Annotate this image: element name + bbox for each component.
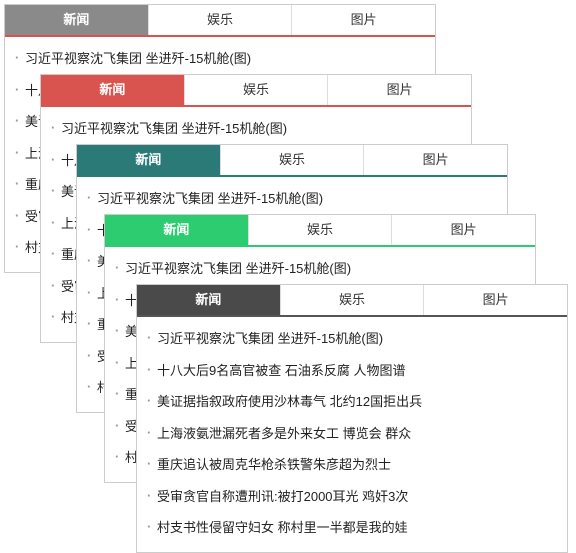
tab-bar: 新闻 娱乐 图片 (105, 215, 535, 247)
tab-entertainment[interactable]: 娱乐 (281, 285, 425, 315)
tab-bar: 新闻 娱乐 图片 (5, 5, 435, 37)
tab-news[interactable]: 新闻 (41, 75, 185, 105)
news-list: 习近平视察沈飞集团 坐进歼-15机舱(图) 十八大后9名高官被查 石油系反腐 人… (137, 317, 567, 552)
list-item[interactable]: 重庆追认被周克华枪杀铁警朱彦超为烈士 (147, 449, 557, 481)
tab-entertainment[interactable]: 娱乐 (249, 215, 393, 245)
list-item[interactable]: 十八大后9名高官被查 石油系反腐 人物图谱 (147, 355, 557, 387)
tab-entertainment[interactable]: 娱乐 (149, 5, 293, 35)
list-item[interactable]: 习近平视察沈飞集团 坐进歼-15机舱(图) (87, 183, 497, 215)
tab-news[interactable]: 新闻 (137, 285, 281, 315)
tab-pictures[interactable]: 图片 (424, 285, 567, 315)
tab-news[interactable]: 新闻 (77, 145, 221, 175)
list-item[interactable]: 村支书性侵留守妇女 称村里一半都是我的娃 (147, 512, 557, 544)
tab-pictures[interactable]: 图片 (292, 5, 435, 35)
tab-bar: 新闻 娱乐 图片 (137, 285, 567, 317)
tab-news[interactable]: 新闻 (105, 215, 249, 245)
list-item[interactable]: 习近平视察沈飞集团 坐进歼-15机舱(图) (147, 323, 557, 355)
tab-entertainment[interactable]: 娱乐 (185, 75, 329, 105)
tab-entertainment[interactable]: 娱乐 (221, 145, 365, 175)
tab-news[interactable]: 新闻 (5, 5, 149, 35)
news-panel-dark: 新闻 娱乐 图片 习近平视察沈飞集团 坐进歼-15机舱(图) 十八大后9名高官被… (136, 284, 568, 553)
list-item[interactable]: 习近平视察沈飞集团 坐进歼-15机舱(图) (51, 113, 461, 145)
list-item[interactable]: 美证据指叙政府使用沙林毒气 北约12国拒出兵 (147, 386, 557, 418)
list-item[interactable]: 上海液氨泄漏死者多是外来女工 博览会 群众 (147, 418, 557, 450)
list-item[interactable]: 习近平视察沈飞集团 坐进歼-15机舱(图) (115, 253, 525, 285)
tab-bar: 新闻 娱乐 图片 (41, 75, 471, 107)
tab-pictures[interactable]: 图片 (364, 145, 507, 175)
list-item[interactable]: 习近平视察沈飞集团 坐进歼-15机舱(图) (15, 43, 425, 75)
tab-bar: 新闻 娱乐 图片 (77, 145, 507, 177)
tab-pictures[interactable]: 图片 (328, 75, 471, 105)
list-item[interactable]: 受审贪官自称遭刑讯:被打2000耳光 鸡奸3次 (147, 481, 557, 513)
tab-pictures[interactable]: 图片 (392, 215, 535, 245)
